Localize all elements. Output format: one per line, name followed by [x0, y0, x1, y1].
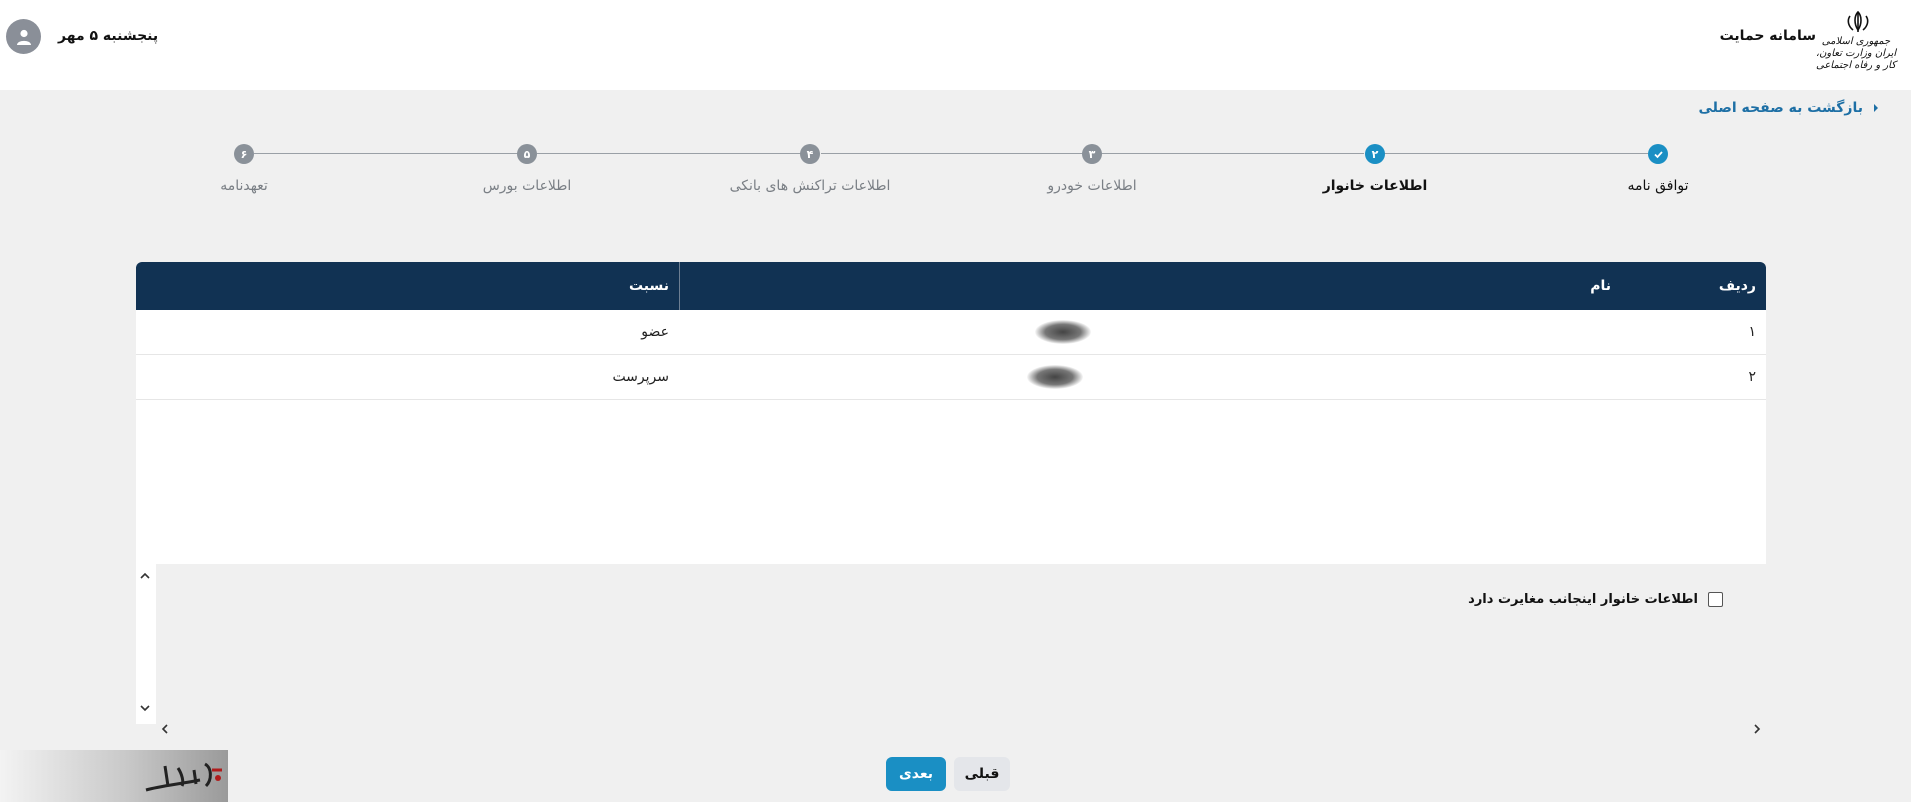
step-circle [1648, 144, 1668, 164]
name-cell [679, 355, 1621, 399]
step-vehicle-info[interactable]: ۳ اطلاعات خودرو [992, 144, 1192, 194]
table-header: ردیف نام نسبت [136, 262, 1766, 310]
avatar[interactable] [6, 19, 41, 54]
step-stock-info[interactable]: ۵ اطلاعات بورس [427, 144, 627, 194]
step-agreement[interactable]: توافق نامه [1558, 144, 1758, 194]
step-household-info[interactable]: ۲ اطلاعات خانوار [1275, 144, 1475, 194]
step-label: اطلاعات بورس [482, 178, 572, 194]
progress-stepper: توافق نامه ۲ اطلاعات خانوار ۳ اطلاعات خو… [0, 140, 1911, 210]
scroll-up-button[interactable] [137, 568, 153, 584]
household-mismatch-label: اطلاعات خانوار اینجانب مغایرت دارد [1468, 592, 1698, 607]
top-header: جمهوری اسلامی ایران وزارت تعاون، کار و ر… [0, 0, 1911, 90]
relation-cell: سرپرست [612, 369, 669, 385]
watermark-logo [0, 750, 228, 802]
app-title: سامانه حمایت [1719, 28, 1816, 44]
step-circle: ۳ [1082, 144, 1102, 164]
redacted-name [1027, 365, 1083, 389]
step-circle: ۴ [800, 144, 820, 164]
household-table: ردیف نام نسبت ۱ عضو ۲ سرپرست [136, 262, 1766, 564]
table-row: ۱ عضو [136, 310, 1766, 355]
row-number: ۲ [1748, 369, 1756, 385]
column-header-relation: نسبت [628, 278, 669, 294]
name-cell [679, 310, 1621, 354]
relation-cell: عضو [641, 324, 669, 340]
table-row: ۲ سرپرست [136, 355, 1766, 400]
step-label: اطلاعات خودرو [1047, 178, 1137, 194]
step-label: اطلاعات خانوار [1322, 178, 1428, 194]
emblem-icon [1847, 10, 1869, 32]
column-header-name: نام [679, 262, 1621, 310]
step-bank-transactions[interactable]: ۴ اطلاعات تراکنش های بانکی [710, 144, 910, 194]
column-header-row: ردیف [1718, 278, 1756, 294]
ministry-text: جمهوری اسلامی ایران وزارت تعاون، کار و ر… [1815, 36, 1897, 71]
chevron-down-icon [140, 705, 150, 712]
ministry-logo: جمهوری اسلامی ایران وزارت تعاون، کار و ر… [1811, 10, 1901, 71]
back-link-label: بازگشت به صفحه اصلی [1698, 100, 1863, 116]
step-label: توافق نامه [1627, 178, 1689, 194]
back-to-home-link[interactable]: بازگشت به صفحه اصلی [1698, 100, 1881, 116]
household-mismatch-checkbox-row[interactable]: اطلاعات خانوار اینجانب مغایرت دارد [1468, 592, 1723, 607]
step-label: تعهدنامه [220, 178, 268, 194]
row-number: ۱ [1748, 324, 1756, 340]
step-circle: ۶ [234, 144, 254, 164]
step-circle: ۵ [517, 144, 537, 164]
scroll-down-button[interactable] [137, 700, 153, 716]
check-icon [1653, 150, 1663, 158]
chevron-right-icon [1754, 724, 1761, 734]
step-circle: ۲ [1365, 144, 1385, 164]
current-date: پنجشنبه ۵ مهر [58, 28, 159, 44]
previous-button[interactable]: قبلی [954, 757, 1010, 791]
step-label: اطلاعات تراکنش های بانکی [729, 178, 891, 194]
scroll-right-button[interactable] [1749, 721, 1765, 737]
household-mismatch-checkbox[interactable] [1708, 592, 1723, 607]
scroll-left-button[interactable] [157, 721, 173, 737]
chevron-left-icon [161, 724, 168, 734]
next-button[interactable]: بعدی [886, 757, 946, 791]
redacted-name [1035, 320, 1091, 344]
chevron-up-icon [140, 572, 150, 579]
watermark-emblem [145, 762, 222, 792]
step-commitment[interactable]: ۶ تعهدنامه [144, 144, 344, 194]
user-icon [16, 29, 31, 45]
chevron-right-icon [1874, 104, 1878, 112]
